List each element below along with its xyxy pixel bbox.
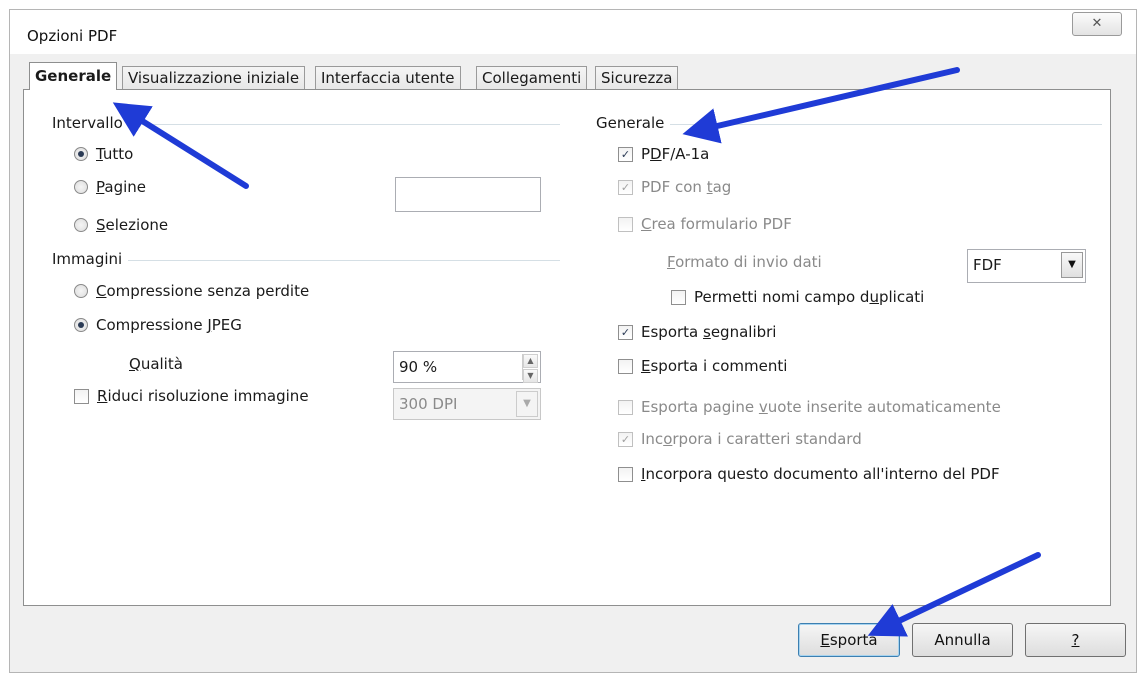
checkbox-box [618, 216, 633, 232]
checkbox-incorpora-caratteri[interactable]: ✓ Incorpora i caratteri standard [618, 430, 862, 448]
esporta-button[interactable]: Esporta [798, 623, 900, 657]
formato-value: FDF [973, 256, 1002, 274]
checkbox-pdfa[interactable]: ✓ PDF/A-1a [618, 145, 709, 163]
tab-generale[interactable]: Generale [29, 62, 118, 90]
checkbox-crea-formulario[interactable]: Crea formulario PDF [618, 215, 792, 233]
checkbox-box: ✓ [618, 431, 633, 447]
pagine-input[interactable] [395, 177, 541, 212]
dpi-dropdown[interactable]: 300 DPI ▼ [393, 388, 541, 420]
radio-indicator [74, 318, 88, 332]
radio-pagine[interactable]: Pagine [74, 178, 146, 196]
radio-indicator [74, 180, 88, 194]
checkbox-incorpora-documento[interactable]: Incorpora questo documento all'interno d… [618, 465, 1000, 483]
radio-selezione[interactable]: Selezione [74, 216, 168, 234]
radio-indicator [74, 218, 88, 232]
radio-compressione-jpeg[interactable]: Compressione JPEG [74, 316, 242, 334]
radio-indicator [74, 147, 88, 161]
checkbox-box [618, 399, 633, 415]
tab-collegamenti[interactable]: Collegamenti [476, 66, 588, 90]
immagini-label: Immagini [52, 250, 129, 268]
dpi-value: 300 DPI [399, 395, 458, 413]
annulla-button[interactable]: Annulla [912, 623, 1013, 657]
checkbox-permetti-duplicati[interactable]: Permetti nomi campo duplicati [671, 288, 924, 306]
generale-group-label: Generale [596, 114, 671, 132]
checkbox-box [671, 289, 686, 305]
formato-dropdown[interactable]: FDF ▼ [967, 249, 1086, 283]
close-button[interactable]: ✕ [1072, 12, 1122, 36]
qualita-spinbox[interactable]: 90 % ▲ ▼ [393, 351, 541, 383]
tab-sicurezza[interactable]: Sicurezza [595, 66, 679, 90]
tab-visualizzazione-iniziale[interactable]: Visualizzazione iniziale [122, 66, 306, 90]
generale-separator [596, 124, 1102, 125]
tab-panel-generale [23, 89, 1111, 606]
checkbox-riduci-risoluzione[interactable]: Riduci risoluzione immagine [74, 387, 309, 405]
checkbox-box [618, 358, 633, 374]
chevron-down-icon[interactable]: ▼ [516, 391, 538, 417]
checkbox-box: ✓ [618, 179, 633, 195]
checkbox-box: ✓ [618, 146, 633, 162]
checkbox-esporta-commenti[interactable]: Esporta i commenti [618, 357, 787, 375]
checkbox-pdf-con-tag[interactable]: ✓ PDF con tag [618, 178, 731, 196]
qualita-spin-buttons[interactable]: ▲ ▼ [522, 354, 538, 383]
chevron-down-icon[interactable]: ▼ [1061, 252, 1083, 278]
spin-up-icon[interactable]: ▲ [523, 354, 538, 368]
checkbox-esporta-segnalibri[interactable]: ✓ Esporta segnalibri [618, 323, 776, 341]
radio-tutto[interactable]: Tutto [74, 145, 133, 163]
checkbox-box [74, 388, 89, 404]
formato-invio-label: Formato di invio dati [667, 253, 822, 271]
checkbox-box: ✓ [618, 324, 633, 340]
tab-interfaccia-utente[interactable]: Interfaccia utente [315, 66, 461, 90]
qualita-value: 90 % [399, 358, 438, 376]
close-icon: ✕ [1091, 16, 1103, 31]
title-bar: Opzioni PDF ✕ [10, 10, 1136, 54]
radio-compressione-senza-perdite[interactable]: Compressione senza perdite [74, 282, 309, 300]
checkbox-box [618, 466, 633, 482]
help-button[interactable]: ? [1025, 623, 1126, 657]
intervallo-label: Intervallo [52, 114, 129, 132]
qualita-label: Qualità [129, 355, 183, 373]
spin-down-icon[interactable]: ▼ [523, 369, 538, 383]
dialog-title: Opzioni PDF [27, 27, 118, 45]
checkbox-esporta-pagine-vuote[interactable]: Esporta pagine vuote inserite automatica… [618, 398, 1001, 416]
radio-indicator [74, 284, 88, 298]
